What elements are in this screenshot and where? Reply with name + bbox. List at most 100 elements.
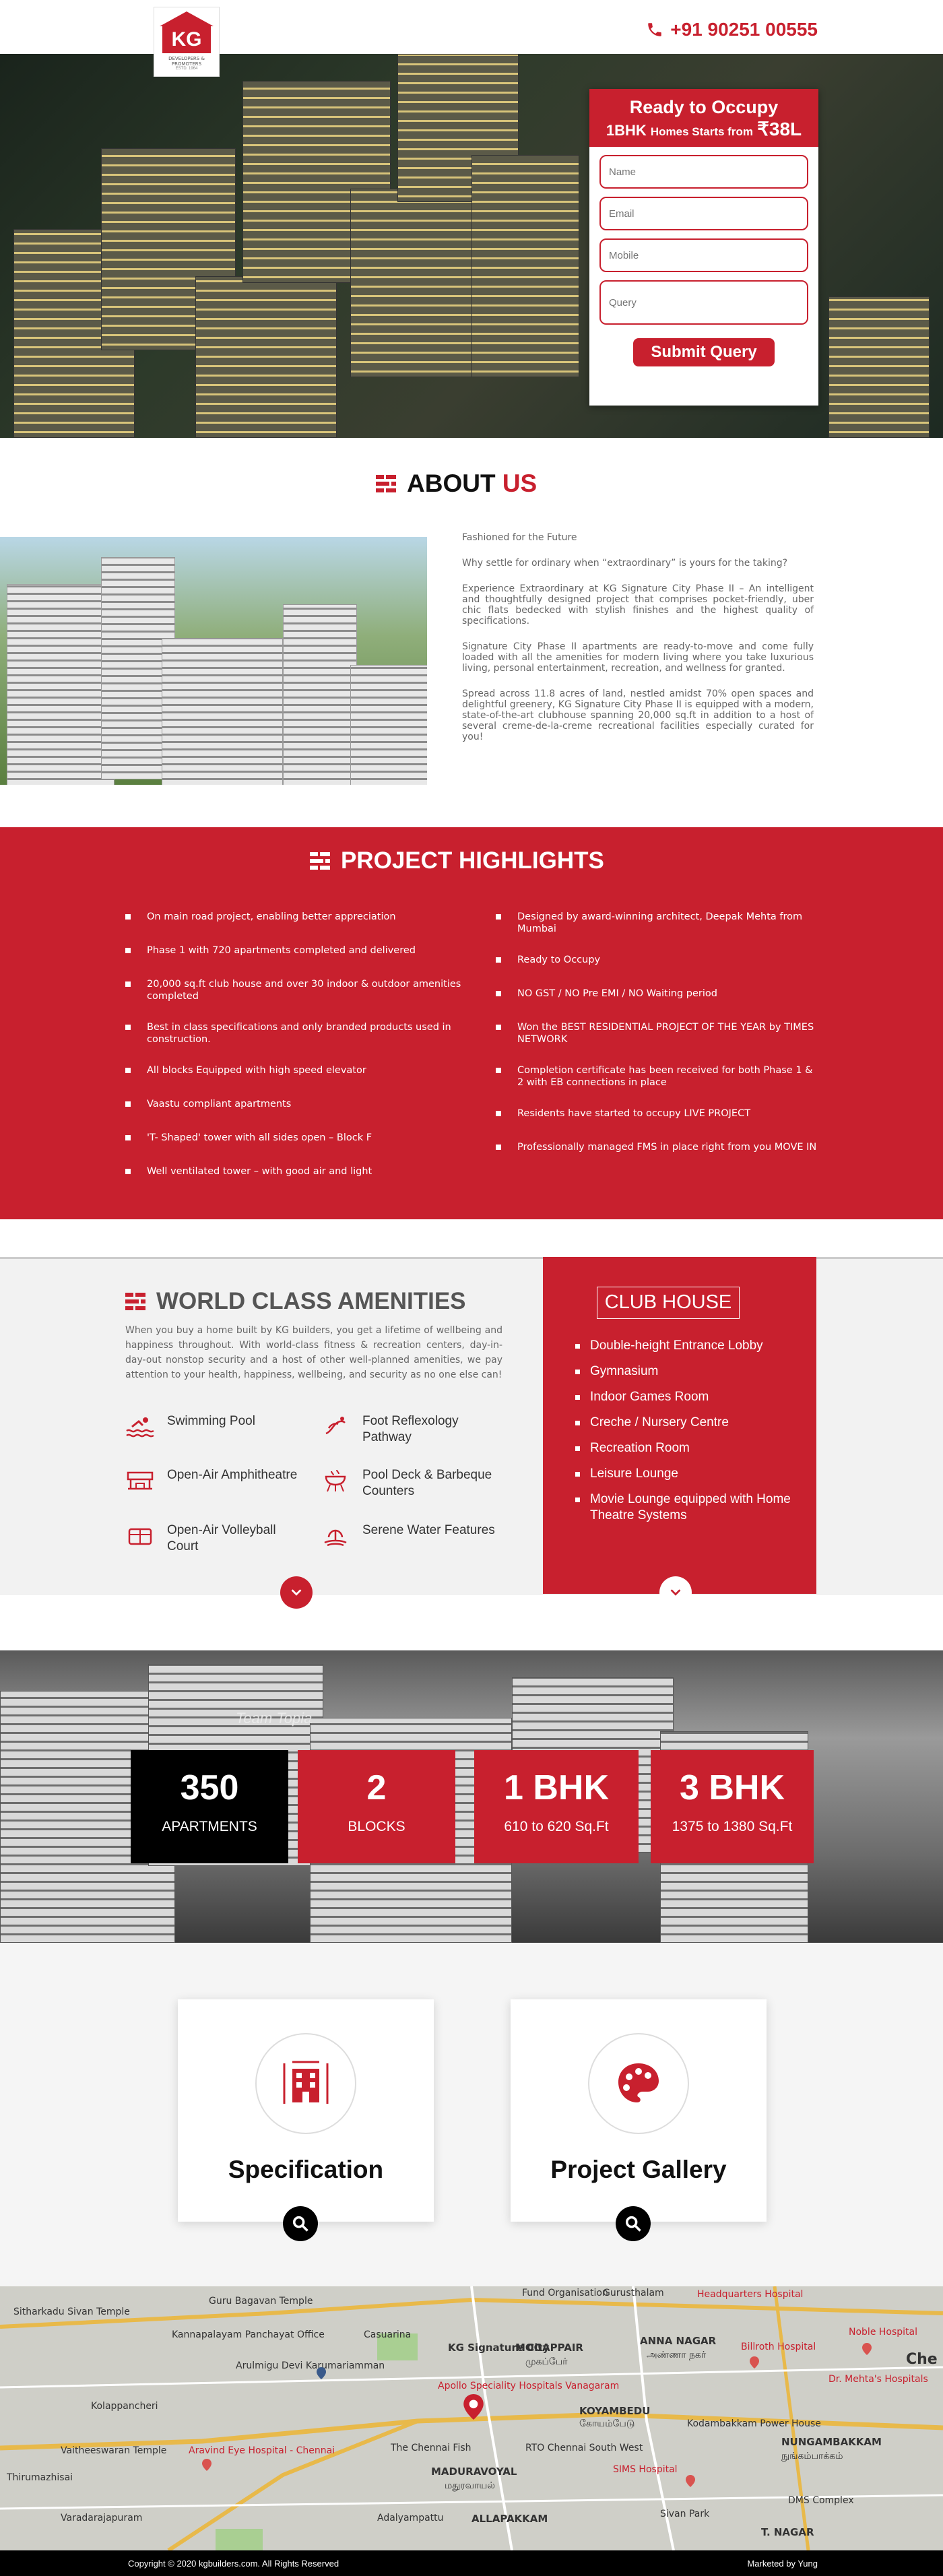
- amenity-amphitheatre: Open-Air Amphitheatre: [125, 1467, 300, 1494]
- map-label: Billroth Hospital: [741, 2342, 816, 2352]
- about-building: [283, 604, 357, 785]
- logo-text: KG: [162, 26, 211, 53]
- club-house-item: Gymnasium: [575, 1363, 806, 1380]
- card-title: Project Gallery: [550, 2156, 727, 2183]
- club-house-item: Leisure Lounge: [575, 1466, 806, 1482]
- query-input[interactable]: [599, 280, 808, 325]
- map-label: DMS Complex: [788, 2495, 854, 2506]
- map-label: Varadarajapuram: [61, 2513, 143, 2523]
- name-input[interactable]: [599, 155, 808, 189]
- highlight-item: NO GST / NO Pre EMI / NO Waiting period: [496, 988, 819, 1000]
- highlight-item: 20,000 sq.ft club house and over 30 indo…: [125, 978, 476, 1002]
- map-label: KOYAMBEDU: [579, 2405, 651, 2417]
- site-header: KG DEVELOPERS & PROMOTERS ESTD. 1964 +91…: [0, 0, 943, 77]
- map-label: Sivan Park: [660, 2509, 710, 2519]
- highlights-title: PROJECT HIGHLIGHTS: [310, 847, 604, 874]
- hero-building: [350, 189, 485, 377]
- submit-query-button[interactable]: Submit Query: [633, 338, 775, 366]
- gallery-icon-wrap: [588, 2033, 689, 2134]
- map-label: Dr. Mehta's Hospitals: [828, 2374, 928, 2385]
- about-paragraph: Why settle for ordinary when “extraordin…: [462, 558, 788, 569]
- highlight-item: Professionally managed FMS in place righ…: [496, 1141, 819, 1153]
- club-house-panel: CLUB HOUSE Double-height Entrance Lobby …: [543, 1257, 816, 1594]
- hero-banner: Ready to Occupy 1BHK Homes Starts from ₹…: [0, 54, 943, 438]
- highlights-right-list: Designed by award-winning architect, Dee…: [496, 911, 819, 1163]
- amenity-label: Foot Reflexology Pathway: [362, 1414, 459, 1444]
- map-label: Kodambakkam Power House: [687, 2418, 821, 2429]
- map-label: Guru Bagavan Temple: [209, 2296, 313, 2307]
- project-gallery-card[interactable]: Project Gallery: [511, 1999, 767, 2222]
- map-label: Apollo Speciality Hospitals Vanagaram: [438, 2381, 620, 2391]
- map-label: முகப்பேர்: [525, 2356, 568, 2367]
- location-pin-icon[interactable]: [463, 2394, 484, 2420]
- map-label: Kannapalayam Panchayat Office: [172, 2329, 325, 2340]
- highlight-item: Phase 1 with 720 apartments completed an…: [125, 944, 476, 957]
- map-label: Che: [906, 2351, 938, 2368]
- footprint-icon: [325, 1417, 346, 1435]
- club-house-list: Double-height Entrance Lobby Gymnasium I…: [575, 1338, 806, 1533]
- amenity-volleyball-court: Open-Air Volleyball Court: [125, 1522, 300, 1555]
- club-house-expand-button[interactable]: [659, 1576, 692, 1609]
- highlight-item: Best in class specifications and only br…: [125, 1021, 476, 1045]
- search-icon: [292, 2216, 308, 2232]
- map-label: MADURAVOYAL: [431, 2466, 517, 2478]
- map-label: கோயம்பேடு: [579, 2418, 635, 2429]
- about-image: [0, 537, 427, 785]
- copyright-text: Copyright © 2020 kgbuilders.com. All Rig…: [128, 2558, 339, 2569]
- phone-link[interactable]: +91 90251 00555: [646, 19, 818, 40]
- map-label: நுங்கம்பாக்கம்: [781, 2451, 843, 2461]
- map-label: Thirumazhisai: [7, 2472, 73, 2483]
- amenity-water-features: Serene Water Features: [321, 1522, 502, 1549]
- hospital-pin-icon[interactable]: [686, 2475, 695, 2487]
- enquiry-form: Ready to Occupy 1BHK Homes Starts from ₹…: [589, 89, 818, 406]
- club-house-item: Double-height Entrance Lobby: [575, 1338, 806, 1354]
- highlight-item: Well ventilated tower – with good air an…: [125, 1165, 476, 1178]
- map-label: Vaitheeswaran Temple: [61, 2445, 167, 2456]
- amenity-foot-reflexology: Foot Reflexology Pathway: [321, 1413, 509, 1446]
- hospital-pin-icon[interactable]: [202, 2459, 212, 2471]
- project-gallery-view-button[interactable]: [616, 2206, 651, 2241]
- building-spec-icon: [283, 2061, 329, 2104]
- map-label: Adalyampattu: [377, 2513, 444, 2523]
- highlights-left-list: On main road project, enabling better ap…: [125, 911, 476, 1187]
- volleyball-icon: [128, 1528, 152, 1545]
- hospital-pin-icon[interactable]: [862, 2343, 872, 2355]
- highlight-item: Residents have started to occupy LIVE PR…: [496, 1107, 819, 1120]
- hero-building: [195, 276, 337, 438]
- highlight-item: 'T- Shaped' tower with all sides open – …: [125, 1132, 476, 1144]
- mobile-input[interactable]: [599, 238, 808, 272]
- map-label: SIMS Hospital: [613, 2464, 678, 2475]
- kg-logo[interactable]: KG DEVELOPERS & PROMOTERS ESTD. 1964: [154, 7, 220, 77]
- search-icon: [625, 2216, 641, 2232]
- map-label: Headquarters Hospital: [697, 2289, 804, 2300]
- place-pin-icon[interactable]: [317, 2367, 326, 2379]
- club-house-item: Movie Lounge equipped with Home Theatre …: [575, 1491, 806, 1524]
- amenity-swimming-pool: Swimming Pool: [125, 1413, 255, 1440]
- highlight-item: Ready to Occupy: [496, 954, 819, 966]
- map-label: Aravind Eye Hospital - Chennai: [189, 2445, 335, 2456]
- hospital-pin-icon[interactable]: [750, 2356, 759, 2369]
- location-map[interactable]: Fund Organisation Gurusthalam Headquarte…: [0, 2286, 943, 2550]
- barbeque-icon: [325, 1469, 346, 1492]
- phone-icon: [648, 23, 661, 36]
- form-sub-middle: Homes Starts from: [650, 125, 753, 138]
- highlight-item: All blocks Equipped with high speed elev…: [125, 1064, 476, 1076]
- about-paragraph: Fashioned for the Future: [462, 532, 577, 543]
- brick-icon: [125, 1293, 145, 1310]
- marketed-by-text: Marketed by Yung: [747, 2558, 818, 2569]
- club-house-item: Recreation Room: [575, 1440, 806, 1456]
- about-title: ABOUT US: [376, 470, 537, 498]
- map-label: Sitharkadu Sivan Temple: [13, 2307, 130, 2317]
- specification-view-button[interactable]: [283, 2206, 318, 2241]
- map-label: ALLAPAKKAM: [472, 2513, 548, 2525]
- specification-card[interactable]: Specification: [178, 1999, 434, 2222]
- project-highlights-section: PROJECT HIGHLIGHTS On main road project,…: [0, 827, 943, 1219]
- map-label: T. NAGAR: [761, 2526, 814, 2538]
- map-label: MOGAPPAIR: [515, 2342, 583, 2354]
- email-input[interactable]: [599, 197, 808, 230]
- stat-blocks: 2 BLOCKS: [298, 1750, 455, 1863]
- amenities-description: When you buy a home built by KG builders…: [125, 1325, 502, 1380]
- stat-number: 3 BHK: [679, 1768, 785, 1807]
- amenities-expand-button[interactable]: [280, 1576, 313, 1609]
- brick-icon: [310, 852, 330, 870]
